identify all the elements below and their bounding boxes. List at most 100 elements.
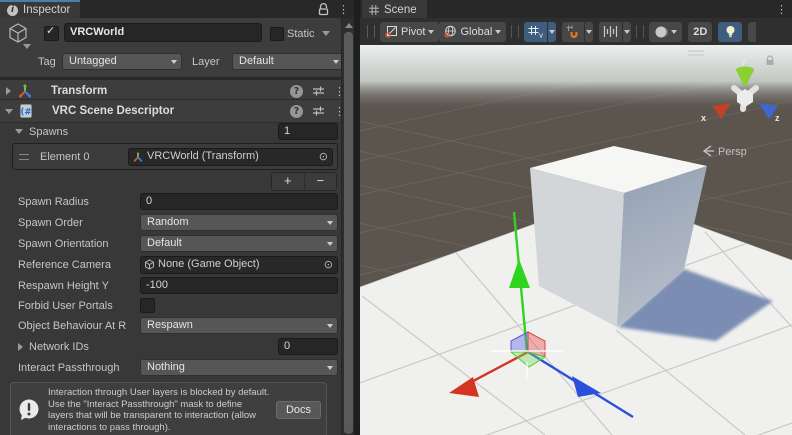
chevron-down-icon — [671, 29, 678, 34]
axis-x-label: x — [701, 113, 706, 123]
reference-camera-field[interactable]: None (Game Object) ⊙ — [140, 255, 338, 274]
clipped-toolbar-button[interactable] — [748, 21, 757, 42]
spawns-foldout-icon[interactable] — [15, 129, 23, 134]
layer-dropdown[interactable]: Default — [232, 53, 344, 70]
add-element-button[interactable]: + — [272, 173, 305, 190]
scene-tabbar: Scene ⋮ — [360, 0, 792, 18]
network-ids-label: Network IDs — [29, 340, 89, 353]
help-text: Interaction through User layers is block… — [48, 387, 270, 433]
snap-toggle[interactable] — [562, 21, 585, 42]
static-checkbox[interactable] — [270, 27, 284, 41]
2d-toggle-button[interactable]: 2D — [688, 21, 713, 42]
script-icon: (# — [20, 104, 32, 118]
pivot-button[interactable]: Pivot — [380, 21, 440, 42]
transform-foldout-icon[interactable] — [6, 87, 11, 95]
network-ids-field[interactable]: 0 — [278, 338, 338, 355]
inspector-panel: i Inspector ⋮ ✓ VRCWorld Static Tag Unta… — [0, 0, 355, 435]
spawn-radius-field[interactable]: 0 — [140, 193, 338, 210]
inspector-scrollbar[interactable] — [341, 18, 355, 435]
unity-editor: i Inspector ⋮ ✓ VRCWorld Static Tag Unta… — [0, 0, 792, 435]
row-reference-camera: Reference Camera None (Game Object) ⊙ — [0, 254, 341, 275]
chevron-down-icon — [586, 29, 593, 34]
gameobject-cube-icon[interactable] — [7, 22, 29, 44]
respawn-height-field[interactable]: -100 — [140, 277, 338, 294]
measure-options-dropdown[interactable] — [623, 21, 632, 42]
svg-text:y: y — [539, 32, 543, 39]
sky-gradient — [360, 45, 792, 111]
tag-dropdown[interactable]: Untagged — [62, 53, 182, 70]
help-icon[interactable]: ? — [290, 84, 303, 98]
tab-scene[interactable]: Scene — [362, 0, 427, 18]
descriptor-foldout-icon[interactable] — [5, 108, 13, 114]
spawns-label: Spawns — [29, 125, 69, 138]
grid-icon — [369, 5, 379, 15]
toolbar-drag-handle[interactable] — [367, 25, 375, 38]
persp-label[interactable]: Persp — [718, 146, 747, 158]
svg-text:(#: (# — [20, 108, 31, 118]
measure-tool-button[interactable] — [599, 21, 623, 42]
scroll-up-icon[interactable] — [345, 23, 353, 28]
spawn-object-field[interactable]: VRCWorld (Transform) ⊙ — [128, 147, 333, 166]
descriptor-title: VRC Scene Descriptor — [52, 105, 175, 117]
help-icon[interactable]: ? — [290, 104, 303, 118]
static-label: Static — [287, 28, 315, 40]
presets-icon[interactable] — [312, 105, 325, 117]
scene-viewport[interactable]: y x z Persp — [360, 45, 792, 435]
interact-passthrough-dropdown[interactable]: Nothing — [140, 359, 338, 376]
tab-inspector-label: Inspector — [23, 4, 71, 16]
globe-icon — [445, 25, 457, 38]
forbid-portals-checkbox[interactable] — [140, 298, 155, 313]
scene-toolbar: Pivot Global y 2D — [360, 18, 792, 45]
spawn-orientation-dropdown[interactable]: Default — [140, 235, 338, 252]
snap-options-dropdown[interactable] — [585, 21, 594, 42]
object-behaviour-dropdown[interactable]: Respawn — [140, 317, 338, 334]
warning-bubble-icon — [19, 399, 39, 420]
axis-y-label: y — [741, 56, 746, 66]
scene-panel: Scene ⋮ Pivot Global y 2D y x z Persp — [360, 0, 792, 435]
grid-visibility-toggle[interactable]: y — [524, 21, 548, 42]
unlock-icon[interactable] — [317, 2, 330, 16]
row-spawn-orientation: Spawn Orientation Default — [0, 233, 341, 254]
remove-element-button[interactable]: − — [305, 173, 337, 190]
ruler-icon — [604, 26, 618, 37]
toolbar-separator — [636, 25, 645, 38]
element-label: Element 0 — [40, 150, 90, 163]
interact-passthrough-label: Interact Passthrough — [18, 361, 120, 374]
shaded-sphere-icon — [655, 26, 669, 37]
network-ids-foldout-icon[interactable] — [18, 342, 23, 351]
object-picker-icon[interactable]: ⊙ — [321, 259, 336, 270]
static-dropdown-icon[interactable] — [322, 31, 330, 36]
docs-button[interactable]: Docs — [275, 401, 321, 419]
shading-mode-button[interactable] — [649, 21, 683, 42]
grid-options-dropdown[interactable] — [548, 21, 557, 42]
drag-handle-icon[interactable] — [19, 153, 29, 160]
forbid-portals-label: Forbid User Portals — [18, 299, 113, 312]
chevron-down-icon — [495, 29, 502, 34]
grid-y-icon: y — [528, 26, 543, 39]
descriptor-component-header[interactable]: (# VRC Scene Descriptor ? ⋮ — [0, 99, 354, 123]
global-label: Global — [460, 25, 493, 38]
descriptor-body: Spawns 1 Element 0 VRCWorld (Transform) — [0, 121, 341, 435]
scene-lighting-toggle[interactable] — [718, 21, 743, 42]
tab-inspector[interactable]: i Inspector — [0, 0, 81, 18]
row-respawn-height: Respawn Height Y -100 — [0, 275, 341, 296]
spawn-object-value: VRCWorld (Transform) — [147, 150, 259, 162]
spawns-count-field[interactable]: 1 — [278, 123, 338, 140]
respawn-height-label: Respawn Height Y — [18, 279, 109, 292]
gameobject-name-field[interactable]: VRCWorld — [64, 23, 262, 42]
gameobject-icon-dropdown[interactable] — [23, 44, 31, 49]
spawn-element-row[interactable]: Element 0 VRCWorld (Transform) ⊙ — [12, 143, 338, 170]
object-picker-icon[interactable]: ⊙ — [316, 151, 331, 162]
global-button[interactable]: Global — [439, 21, 507, 42]
transform-title: Transform — [51, 85, 108, 97]
row-spawn-radius: Spawn Radius 0 — [0, 191, 341, 212]
object-behaviour-label: Object Behaviour At R — [18, 319, 127, 332]
inspector-menu-icon[interactable]: ⋮ — [338, 4, 349, 15]
presets-icon[interactable] — [312, 85, 325, 97]
spawn-order-dropdown[interactable]: Random — [140, 214, 338, 231]
pivot-label: Pivot — [401, 25, 426, 38]
scrollbar-thumb[interactable] — [344, 32, 353, 434]
scene-menu-icon[interactable]: ⋮ — [776, 4, 787, 15]
gameobject-active-checkbox[interactable]: ✓ — [44, 24, 59, 41]
chevron-down-icon — [624, 29, 631, 34]
